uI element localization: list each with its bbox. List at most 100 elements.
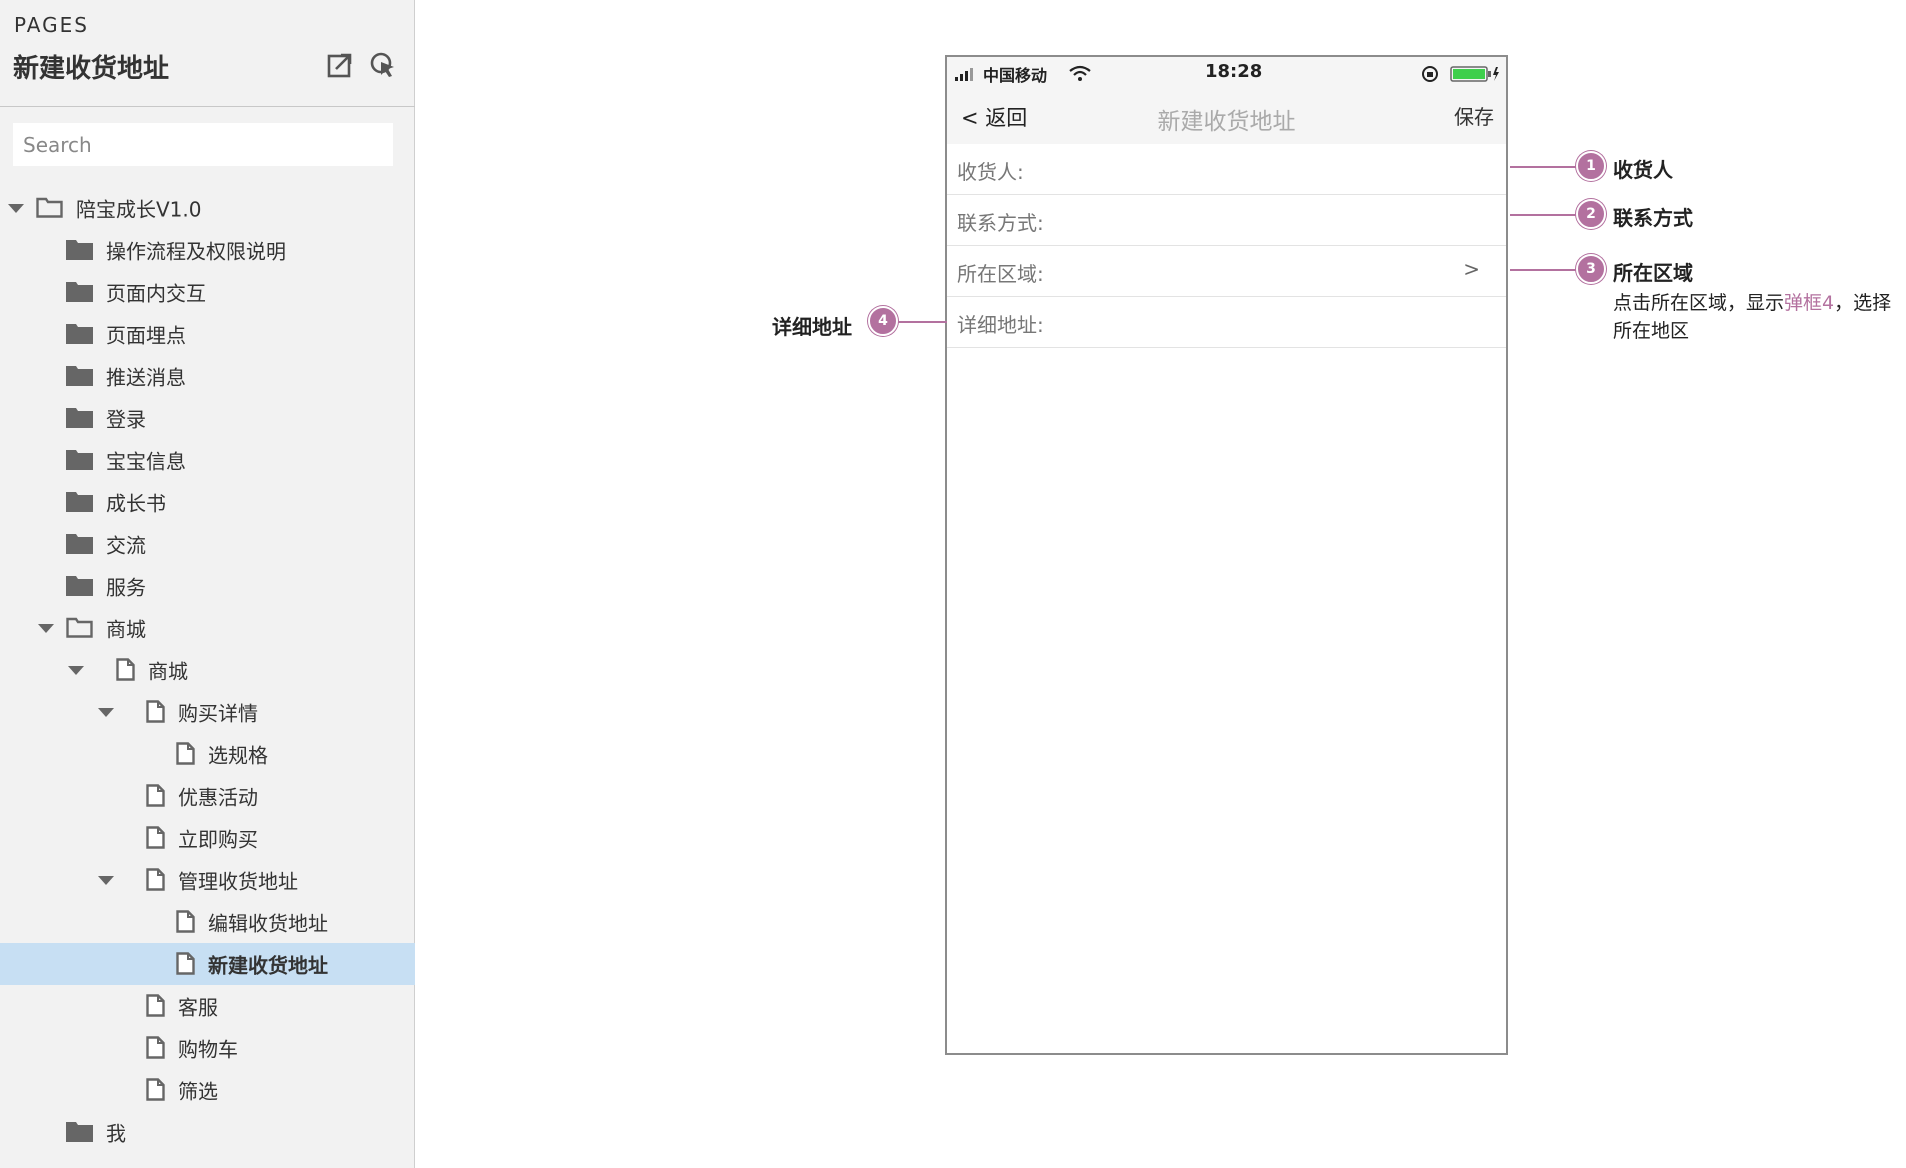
tree-item[interactable]: 交流 xyxy=(0,523,415,565)
tree-item-label: 编辑收货地址 xyxy=(208,911,328,936)
folder-icon xyxy=(66,1121,93,1142)
tree-item-label: 页面埋点 xyxy=(106,323,186,348)
tree-item[interactable]: 推送消息 xyxy=(0,355,415,397)
tree-item[interactable]: 宝宝信息 xyxy=(0,439,415,481)
tree-item-label: 页面内交互 xyxy=(106,281,206,306)
folder-icon xyxy=(66,239,93,260)
rotation-lock-icon xyxy=(1422,66,1438,82)
annotation-connector xyxy=(898,321,947,323)
annotation-connector xyxy=(1510,269,1576,271)
tree-item[interactable]: 成长书 xyxy=(0,481,415,523)
tree-item-label: 选规格 xyxy=(208,743,268,768)
tree-item-label: 购物车 xyxy=(178,1037,238,1062)
page-icon xyxy=(146,1036,165,1059)
status-time: 18:28 xyxy=(1205,61,1263,82)
tree-item-label: 购买详情 xyxy=(178,701,258,726)
field-label: 收货人: xyxy=(957,160,1024,184)
tree-item[interactable]: 购物车 xyxy=(0,1027,415,1069)
caret-down-icon[interactable] xyxy=(38,624,54,633)
save-button[interactable]: 保存 xyxy=(1454,101,1494,130)
tree-item[interactable]: 筛选 xyxy=(0,1069,415,1111)
tree-item[interactable]: 商城 xyxy=(0,649,415,691)
address-field[interactable]: 详细地址: xyxy=(947,297,1506,348)
tree-item[interactable]: 操作流程及权限说明 xyxy=(0,229,415,271)
back-button[interactable]: < 返回 xyxy=(961,102,1027,132)
tree-item[interactable]: 我 xyxy=(0,1111,415,1153)
popup-link[interactable]: 弹框4 xyxy=(1784,292,1834,314)
pages-header: PAGES xyxy=(14,13,89,37)
page-icon xyxy=(176,910,195,933)
page-tree: 陪宝成长V1.0 操作流程及权限说明页面内交互页面埋点推送消息登录宝宝信息成长书交… xyxy=(0,187,415,1153)
folder-icon xyxy=(66,575,93,596)
caret-down-icon[interactable] xyxy=(8,204,24,213)
sidebar-divider xyxy=(0,106,415,107)
tree-item[interactable]: 页面内交互 xyxy=(0,271,415,313)
tree-item[interactable]: 登录 xyxy=(0,397,415,439)
pointer-icon[interactable] xyxy=(368,50,398,80)
annotation-description: 点击所在区域，显示弹框4，选择所在地区 xyxy=(1613,292,1892,342)
search-input[interactable] xyxy=(13,123,393,166)
folder-open-icon xyxy=(66,617,93,638)
page-icon xyxy=(146,784,165,807)
tree-item-label: 商城 xyxy=(106,617,146,642)
folder-open-icon xyxy=(36,197,63,218)
nav-title: 新建收货地址 xyxy=(1157,109,1296,135)
prototype-viewer: PAGES 新建收货地址 陪宝成长V1.0 操作流程及权限说明页面内交互页面埋点推… xyxy=(0,0,1906,1168)
tree-item[interactable]: 管理收货地址 xyxy=(0,859,415,901)
tree-item[interactable]: 客服 xyxy=(0,985,415,1027)
field-label: 详细地址: xyxy=(957,313,1044,337)
region-field[interactable]: 所在区域: > xyxy=(947,246,1506,297)
recipient-field[interactable]: 收货人: xyxy=(947,144,1506,195)
page-icon xyxy=(176,952,195,975)
annotation-marker-4: 4 xyxy=(868,306,898,336)
folder-icon xyxy=(66,281,93,302)
folder-icon xyxy=(66,323,93,344)
tree-item-label: 登录 xyxy=(106,407,146,432)
tree-item-label: 服务 xyxy=(106,575,146,600)
status-bar: 中国移动 18:28 xyxy=(947,57,1506,89)
tree-item[interactable]: 陪宝成长V1.0 xyxy=(0,187,415,229)
page-icon xyxy=(146,994,165,1017)
tree-item-label: 成长书 xyxy=(106,491,166,516)
tree-item[interactable]: 购买详情 xyxy=(0,691,415,733)
tree-item[interactable]: 页面埋点 xyxy=(0,313,415,355)
tree-item-label: 优惠活动 xyxy=(178,785,258,810)
tree-item[interactable]: 优惠活动 xyxy=(0,775,415,817)
field-label: 所在区域: xyxy=(957,262,1044,286)
signal-icon xyxy=(955,68,973,81)
chevron-right-icon: > xyxy=(1463,257,1480,281)
tree-item[interactable]: 选规格 xyxy=(0,733,415,775)
tree-item[interactable]: 立即购买 xyxy=(0,817,415,859)
tree-item-label: 商城 xyxy=(148,659,188,684)
folder-icon xyxy=(66,533,93,554)
tree-item-label: 新建收货地址 xyxy=(208,953,328,978)
export-icon[interactable] xyxy=(325,50,355,80)
current-page-title: 新建收货地址 xyxy=(13,54,170,84)
annotation-connector xyxy=(1510,166,1576,168)
contact-field[interactable]: 联系方式: xyxy=(947,195,1506,246)
folder-icon xyxy=(66,365,93,386)
caret-down-icon[interactable] xyxy=(98,708,114,717)
folder-icon xyxy=(66,407,93,428)
page-icon xyxy=(116,658,135,681)
annotation-title: 收货人 xyxy=(1613,158,1673,182)
tree-item[interactable]: 编辑收货地址 xyxy=(0,901,415,943)
tree-item[interactable]: 商城 xyxy=(0,607,415,649)
field-label: 联系方式: xyxy=(957,211,1044,235)
annotation-marker-1: 1 xyxy=(1576,151,1606,181)
annotation-title: 详细地址 xyxy=(772,315,852,339)
caret-down-icon[interactable] xyxy=(98,876,114,885)
annotation-title: 联系方式 xyxy=(1613,206,1693,230)
tree-item-label: 立即购买 xyxy=(178,827,258,852)
page-icon xyxy=(146,826,165,849)
annotation-connector xyxy=(1510,214,1576,216)
tree-item[interactable]: 新建收货地址 xyxy=(0,943,415,985)
tree-item[interactable]: 服务 xyxy=(0,565,415,607)
tree-item-label: 管理收货地址 xyxy=(178,869,298,894)
tree-item-label: 宝宝信息 xyxy=(106,449,186,474)
page-icon xyxy=(146,868,165,891)
tree-item-label: 推送消息 xyxy=(106,365,186,390)
annotation-title: 所在区域 xyxy=(1613,261,1693,285)
caret-down-icon[interactable] xyxy=(68,666,84,675)
folder-icon xyxy=(66,449,93,470)
